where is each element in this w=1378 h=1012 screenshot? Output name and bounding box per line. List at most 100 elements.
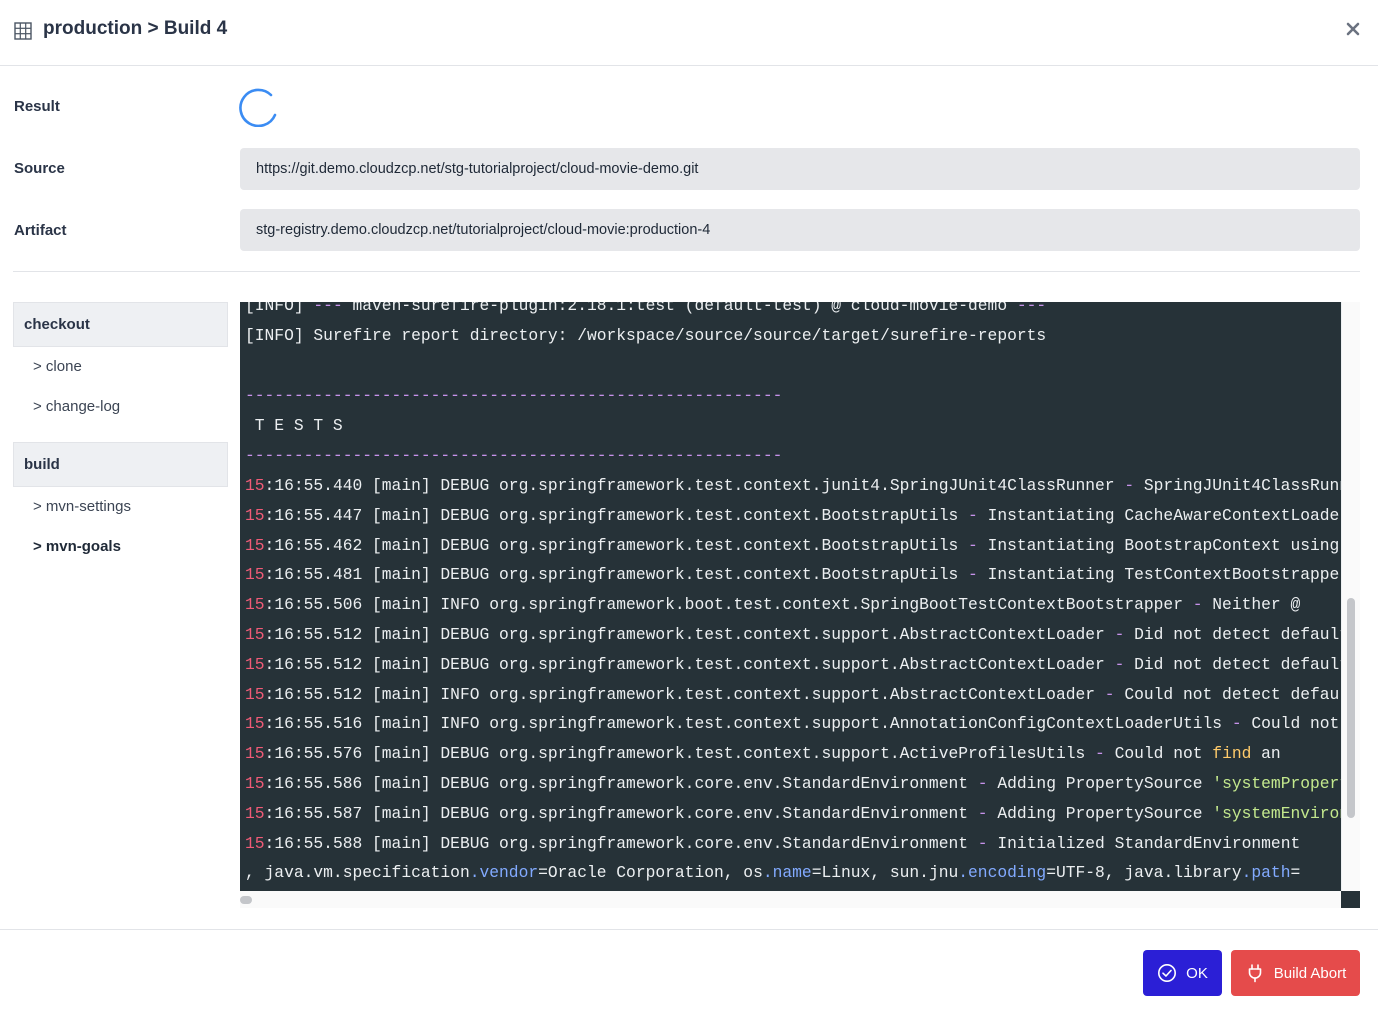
log-token: :16:55.481 [main] DEBUG org.springframew… [264,565,969,585]
log-token: :16:55.587 [main] DEBUG org.springframew… [264,803,978,823]
log-line: 15:16:55.586 [main] DEBUG org.springfram… [245,773,1341,803]
log-token: Did not detect default [1124,654,1341,674]
log-token: - [1124,476,1135,495]
modal-header: production > Build 4 [0,0,1378,66]
close-icon[interactable] [1344,20,1362,38]
plug-icon [1248,964,1262,983]
stage-build[interactable]: build [13,442,228,487]
log-token: :16:55.512 [main] DEBUG org.springframew… [264,654,1115,674]
build-log[interactable]: [INFO] --- maven-surefire-plugin:2.18.1:… [240,302,1341,891]
log-line: 15:16:55.576 [main] DEBUG org.springfram… [245,743,1281,773]
log-token: - [977,803,988,823]
log-token: - [1114,625,1125,644]
step-change-log[interactable]: > change-log [13,387,228,427]
log-token: :16:55.576 [main] DEBUG org.springframew… [264,744,1096,764]
pipeline-sidebar: checkout > clone > change-log build > mv… [13,302,228,567]
log-token: - [1095,744,1105,764]
log-line: 15:16:55.447 [main] DEBUG org.springfram… [245,505,1341,535]
log-token: Instantiating BootstrapContext using [977,535,1340,555]
log-token: 15 [245,535,265,555]
log-token: - [968,535,978,555]
log-token: [INFO] [245,302,314,315]
log-token: :16:55.440 [main] DEBUG org.springframew… [264,476,1125,495]
log-line: 15:16:55.440 [main] DEBUG org.springfram… [245,475,1341,505]
log-token: Instantiating TestContextBootstrapper [977,565,1341,585]
loading-spinner-icon [239,88,277,127]
log-token: Neither @ [1202,595,1301,615]
log-token: 15 [245,625,265,644]
log-token: 15 [245,744,265,764]
log-token: =UTF-8, java.library [1046,863,1242,882]
log-token: Initialized StandardEnvironment [987,833,1301,853]
scroll-thumb[interactable] [240,896,252,904]
log-line: 15:16:55.587 [main] DEBUG org.springfram… [245,803,1341,833]
log-line: ----------------------------------------… [245,446,783,465]
log-token: find [1212,744,1252,764]
log-token: Did not detect default [1124,625,1341,644]
scroll-thumb[interactable] [1347,598,1355,818]
log-token: :16:55.512 [main] INFO org.springframewo… [264,684,1105,704]
log-token: --- [1016,302,1047,315]
log-token: --- [313,302,343,315]
table-grid-icon [14,22,32,40]
log-token: 15 [245,476,265,495]
log-token: .name [762,863,812,882]
log-token: 15 [245,833,265,853]
section-divider [13,271,1360,272]
log-token: =Oracle Corporation, os [538,863,763,882]
log-line: ----------------------------------------… [245,386,783,405]
modal-footer: OK Build Abort [0,929,1378,1012]
scrollbar-corner [1341,891,1360,908]
log-token: - [1231,714,1242,734]
log-token: 15 [245,714,265,734]
log-line: 15:16:55.512 [main] INFO org.springframe… [245,684,1341,714]
log-token: 'systemProperties' [1212,774,1341,793]
step-clone[interactable]: > clone [13,347,228,387]
log-line: , java.vm.specification.vendor=Oracle Co… [245,862,1300,891]
log-token: - [977,774,988,793]
log-token: = [1290,863,1301,882]
log-token: maven-surefire-plugin:2.18.1:test (defau… [342,302,1017,315]
log-token: 15 [245,774,265,793]
log-line: 15:16:55.516 [main] INFO org.springframe… [245,713,1339,743]
log-token: - [977,833,988,853]
vertical-scrollbar[interactable] [1341,302,1360,891]
check-circle-icon [1158,964,1177,982]
log-token: - [968,565,978,585]
modal-title: production > Build 4 [43,18,228,39]
log-token: 15 [245,684,265,704]
log-line: [INFO] Surefire report directory: /works… [245,326,1047,345]
log-token: SpringJUnit4ClassRunner [1143,476,1341,495]
log-token: 15 [245,595,265,615]
log-token: :16:55.462 [main] DEBUG org.springframew… [264,535,969,555]
step-mvn-settings[interactable]: > mvn-settings [13,487,228,527]
log-token: :16:55.512 [main] DEBUG org.springframew… [264,625,1115,644]
log-token: 'systemEnvironment' [1212,803,1341,823]
log-token: Adding PropertySource [987,803,1213,823]
log-token: Could not [1241,714,1340,734]
step-mvn-goals[interactable]: > mvn-goals [13,527,228,567]
result-label: Result [14,98,60,115]
log-line: [INFO] --- maven-surefire-plugin:2.18.1:… [245,302,1046,325]
source-label: Source [14,160,65,177]
log-line: 15:16:55.506 [main] INFO org.springframe… [245,594,1300,624]
build-log-panel: [INFO] --- maven-surefire-plugin:2.18.1:… [240,302,1360,908]
horizontal-scrollbar[interactable] [240,891,1341,908]
log-token: 15 [245,654,265,674]
stage-checkout[interactable]: checkout [13,302,228,347]
log-token: .vendor [469,863,539,882]
log-token: :16:55.516 [main] INFO org.springframewo… [264,714,1232,734]
artifact-field: stg-registry.demo.cloudzcp.net/tutorialp… [240,209,1360,251]
log-line: 15:16:55.462 [main] DEBUG org.springfram… [245,535,1339,565]
log-token: 15 [245,505,265,525]
ok-button[interactable]: OK [1143,950,1222,996]
build-abort-button[interactable]: Build Abort [1231,950,1360,996]
log-token: :16:55.588 [main] DEBUG org.springframew… [264,833,978,853]
log-token: .encoding [958,863,1047,882]
log-token: 15 [245,565,265,585]
log-line: 15:16:55.512 [main] DEBUG org.springfram… [245,654,1341,684]
log-token: Adding PropertySource [987,774,1213,793]
log-token: - [1192,595,1203,615]
log-line: 15:16:55.481 [main] DEBUG org.springfram… [245,564,1341,594]
log-line: 15:16:55.588 [main] DEBUG org.springfram… [245,833,1300,863]
